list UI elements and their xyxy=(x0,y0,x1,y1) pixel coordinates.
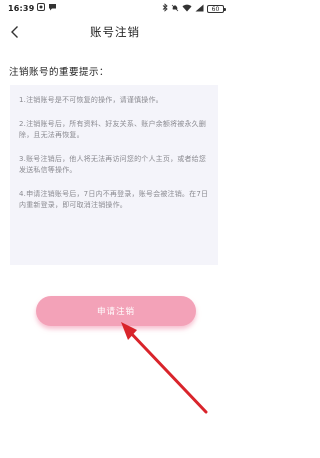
page-title: 账号注销 xyxy=(90,25,140,39)
notice-item: 4.申请注销账号后，7日内不再登录，账号会被注销。在7日内重新登录，即可取消注销… xyxy=(19,189,209,210)
wifi-icon xyxy=(182,4,192,14)
message-icon xyxy=(48,3,57,13)
notice-item: 3.账号注销后，他人将无法再访问您的个人主页，或者给您发送私信等操作。 xyxy=(19,154,207,175)
mute-icon xyxy=(171,4,179,14)
apply-cancellation-button[interactable]: 申请注销 xyxy=(36,296,196,326)
notice-box: 1.注销账号是不可恢复的操作，请谨慎操作。 2.注销账号后，所有资料、好友关系、… xyxy=(10,85,218,265)
status-bar-left: 16:39 xyxy=(8,3,57,13)
notice-item: 2.注销账号后，所有资料、好友关系、账户余额将被永久删除，且无法再恢复。 xyxy=(19,119,207,140)
battery-indicator: 60 xyxy=(207,4,226,13)
signal-icon xyxy=(195,4,204,14)
status-bar-right: 60 xyxy=(162,3,226,14)
notice-item: 1.注销账号是不可恢复的操作，请谨慎操作。 xyxy=(19,96,163,104)
notice-heading: 注销账号的重要提示： xyxy=(9,67,110,78)
status-time: 16:39 xyxy=(8,3,35,13)
status-bar: 16:39 60 xyxy=(0,0,230,16)
bluetooth-icon xyxy=(162,3,168,14)
nav-bar: 账号注销 xyxy=(0,18,230,46)
notification-icon xyxy=(37,3,46,13)
